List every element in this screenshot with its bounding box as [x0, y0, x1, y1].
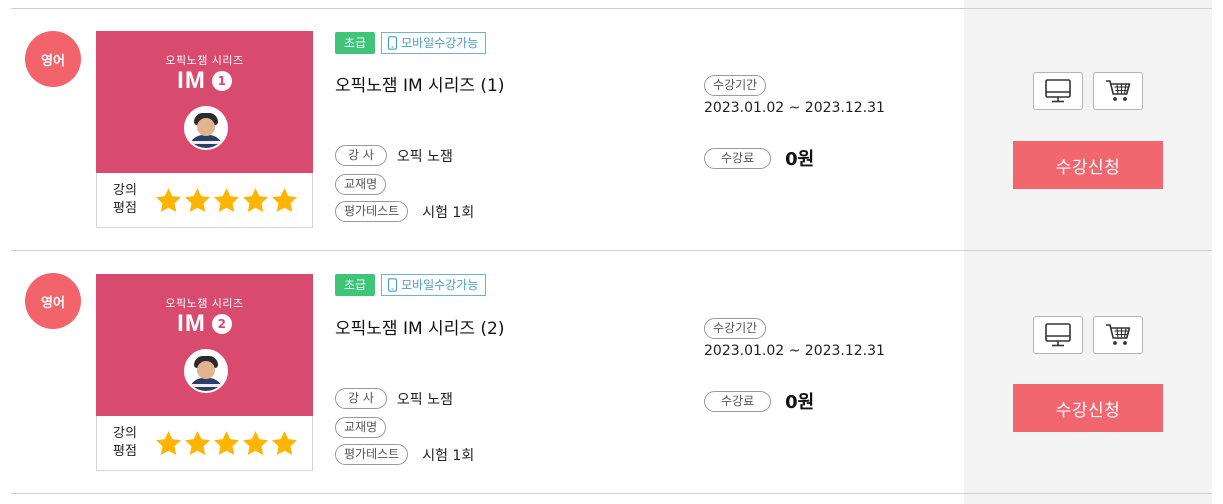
star-icon [214, 431, 239, 455]
fee-label: 수강료 [704, 147, 772, 169]
cart-icon [1106, 324, 1131, 345]
language-badge: 영어 [25, 273, 81, 329]
course-title[interactable]: 오픽노잼 IM 시리즈 (2) [335, 314, 504, 339]
course-tags: 초급 모바일수강가능 [335, 274, 487, 296]
course-row: 영어 오픽노잼 시리즈 IM 2 강의 평점 초급 모바일수강가능 오픽노잼 I… [0, 252, 1212, 494]
fee-amount: 0원 [785, 392, 815, 413]
course-row: 영어 오픽노잼 시리즈 IM 1 강의 평점 초급 모바일수강가능 오픽노잼 I… [0, 9, 1212, 251]
instructor-name: 오픽 노잼 [396, 391, 453, 408]
instructor-photo [184, 106, 228, 150]
thumbnail-heading: IM 2 [96, 310, 313, 338]
fee-amount: 0원 [785, 149, 815, 170]
thumbnail-main-text: IM [177, 310, 206, 337]
star-icon [272, 431, 297, 455]
level-badge: 초급 [335, 274, 376, 296]
mobile-badge-label: 모바일수강가능 [401, 36, 479, 50]
fee-block: 수강료 0원 [704, 388, 814, 414]
instructor-row: 강 사 오픽 노잼 [335, 145, 453, 166]
thumbnail-heading: IM 1 [96, 67, 313, 95]
period-label: 수강기간 [704, 75, 767, 96]
star-icon [156, 431, 181, 455]
language-badge: 영어 [25, 31, 81, 87]
course-list: 영어 오픽노잼 시리즈 IM 1 강의 평점 초급 모바일수강가능 오픽노잼 I… [0, 0, 1212, 504]
period-label: 수강기간 [704, 318, 767, 339]
instructor-photo [184, 349, 228, 393]
rating-label: 강의 평점 [113, 182, 137, 218]
textbook-row: 교재명 [335, 417, 396, 438]
rating-label-line2: 평점 [113, 201, 137, 216]
cart-button[interactable] [1093, 72, 1143, 110]
course-title[interactable]: 오픽노잼 IM 시리즈 (1) [335, 71, 504, 96]
star-rating [154, 429, 299, 458]
textbook-row: 교재명 [335, 174, 396, 195]
thumbnail-number: 2 [211, 314, 232, 334]
thumbnail-image[interactable]: 오픽노잼 시리즈 IM 2 [96, 274, 313, 416]
star-icon [185, 431, 210, 455]
star-icon [156, 188, 181, 212]
test-value: 시험 1회 [422, 447, 475, 464]
level-badge: 초급 [335, 32, 376, 54]
monitor-icon [1045, 323, 1071, 347]
star-icon [243, 431, 268, 455]
cart-button[interactable] [1093, 316, 1143, 354]
sample-lecture-button[interactable] [1033, 72, 1083, 110]
mobile-badge-label: 모바일수강가능 [401, 278, 479, 292]
sample-lecture-button[interactable] [1033, 316, 1083, 354]
rating-label-line1: 강의 [113, 183, 137, 198]
cart-icon [1106, 80, 1131, 101]
rating-label: 강의 평점 [113, 425, 137, 461]
textbook-label: 교재명 [335, 174, 387, 195]
thumbnail-image[interactable]: 오픽노잼 시리즈 IM 1 [96, 31, 313, 173]
fee-label: 수강료 [704, 390, 772, 412]
star-icon [272, 188, 297, 212]
mobile-badge: 모바일수강가능 [381, 32, 487, 54]
monitor-icon [1045, 79, 1071, 103]
test-label: 평가테스트 [335, 444, 409, 465]
star-icon [185, 188, 210, 212]
rating-label-line1: 강의 [113, 426, 137, 441]
thumbnail-main-text: IM [177, 67, 206, 94]
mobile-phone-icon [387, 36, 398, 50]
course-thumbnail[interactable]: 오픽노잼 시리즈 IM 1 강의 평점 [96, 31, 313, 228]
mobile-phone-icon [387, 278, 398, 292]
instructor-label: 강 사 [335, 388, 387, 409]
mobile-badge: 모바일수강가능 [381, 274, 487, 296]
star-icon [214, 188, 239, 212]
fee-block: 수강료 0원 [704, 145, 814, 171]
star-rating [154, 186, 299, 215]
thumbnail-number: 1 [211, 71, 232, 91]
period-dates: 2023.01.02 ~ 2023.12.31 [704, 343, 885, 359]
star-icon [243, 188, 268, 212]
rating-label-line2: 평점 [113, 444, 137, 459]
instructor-label: 강 사 [335, 145, 387, 166]
thumbnail-series-title: 오픽노잼 시리즈 [165, 297, 244, 310]
period-block: 수강기간 2023.01.02 ~ 2023.12.31 [704, 74, 885, 116]
test-row: 평가테스트 시험 1회 [335, 444, 474, 465]
period-dates: 2023.01.02 ~ 2023.12.31 [704, 100, 885, 116]
course-tags: 초급 모바일수강가능 [335, 32, 487, 54]
instructor-row: 강 사 오픽 노잼 [335, 388, 453, 409]
textbook-label: 교재명 [335, 417, 387, 438]
instructor-name: 오픽 노잼 [396, 148, 453, 165]
period-block: 수강기간 2023.01.02 ~ 2023.12.31 [704, 317, 885, 359]
enroll-button[interactable]: 수강신청 [1013, 384, 1163, 432]
course-thumbnail[interactable]: 오픽노잼 시리즈 IM 2 강의 평점 [96, 274, 313, 471]
test-row: 평가테스트 시험 1회 [335, 201, 474, 222]
test-label: 평가테스트 [335, 201, 409, 222]
enroll-button[interactable]: 수강신청 [1013, 141, 1163, 189]
thumbnail-series-title: 오픽노잼 시리즈 [165, 54, 244, 67]
test-value: 시험 1회 [422, 204, 475, 221]
